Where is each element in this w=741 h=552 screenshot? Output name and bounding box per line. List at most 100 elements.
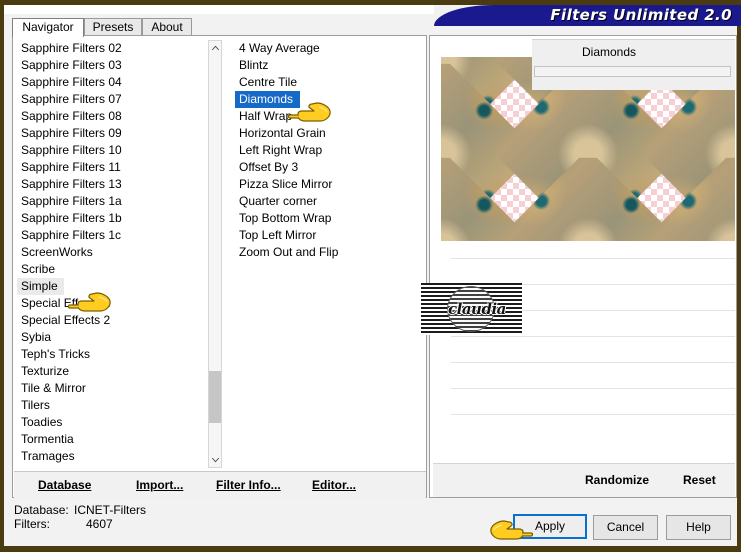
- scroll-up-arrow-icon[interactable]: [209, 41, 221, 55]
- scroll-down-arrow-icon[interactable]: [209, 453, 221, 467]
- filter-group-item[interactable]: Simple: [17, 278, 64, 295]
- filter-effect-row[interactable]: Half Wrap: [235, 108, 407, 125]
- filter-effect-item[interactable]: Diamonds: [235, 91, 301, 108]
- filter-group-row[interactable]: Sapphire Filters 10: [17, 142, 217, 159]
- filter-groups-list[interactable]: Sapphire Filters 02 Sapphire Filters 03 Sa…: [17, 40, 217, 468]
- filter-effect-item[interactable]: Blintz: [235, 57, 407, 74]
- filter-effect-item[interactable]: Horizontal Grain: [235, 125, 407, 142]
- filter-group-item[interactable]: Scribe: [17, 261, 217, 278]
- tab-navigator[interactable]: Navigator: [12, 18, 84, 37]
- filter-group-row[interactable]: Sapphire Filters 04: [17, 74, 217, 91]
- filter-group-row[interactable]: Sybia: [17, 329, 217, 346]
- filter-group-item[interactable]: Sapphire Filters 03: [17, 57, 217, 74]
- filter-group-row[interactable]: Sapphire Filters 1a: [17, 193, 217, 210]
- filter-effect-item[interactable]: Left Right Wrap: [235, 142, 407, 159]
- filter-group-item[interactable]: Sapphire Filters 02: [17, 40, 217, 57]
- filter-effect-row[interactable]: Pizza Slice Mirror: [235, 176, 407, 193]
- filter-effect-item[interactable]: Offset By 3: [235, 159, 407, 176]
- filter-group-row[interactable]: Sapphire Filters 13: [17, 176, 217, 193]
- database-link[interactable]: Database: [38, 478, 91, 492]
- filter-effect-row[interactable]: Top Left Mirror: [235, 227, 407, 244]
- tab-about[interactable]: About: [142, 18, 192, 36]
- cancel-button[interactable]: Cancel: [593, 515, 658, 540]
- filter-group-item[interactable]: Tilers: [17, 397, 217, 414]
- filter-effect-item[interactable]: Half Wrap: [235, 108, 407, 125]
- import-link[interactable]: Import...: [136, 478, 183, 492]
- filter-group-row[interactable]: Tramages: [17, 448, 217, 465]
- parameter-row-divider: [451, 414, 735, 415]
- filter-effect-item[interactable]: Zoom Out and Flip: [235, 244, 407, 261]
- filter-group-row[interactable]: Teph's Tricks: [17, 346, 217, 363]
- randomize-link[interactable]: Randomize: [585, 473, 649, 487]
- filter-group-row[interactable]: Toadies: [17, 414, 217, 431]
- filter-effect-item[interactable]: Top Left Mirror: [235, 227, 407, 244]
- filter-effect-item[interactable]: Quarter corner: [235, 193, 407, 210]
- filter-info-link-label: Filter Info...: [216, 478, 281, 492]
- filter-group-item[interactable]: Sapphire Filters 04: [17, 74, 217, 91]
- status-filters-label: Filters:: [14, 517, 50, 531]
- filter-group-item[interactable]: Toadies: [17, 414, 217, 431]
- filter-group-item[interactable]: Sapphire Filters 13: [17, 176, 217, 193]
- filter-effect-row[interactable]: Left Right Wrap: [235, 142, 407, 159]
- filter-group-item[interactable]: Tramages: [17, 448, 217, 465]
- filter-group-row[interactable]: Texturize: [17, 363, 217, 380]
- filter-group-item[interactable]: Special Effects 1: [17, 295, 217, 312]
- filter-group-item[interactable]: Sapphire Filters 07: [17, 91, 217, 108]
- filter-group-item[interactable]: Sapphire Filters 09: [17, 125, 217, 142]
- filter-group-item[interactable]: Sapphire Filters 1c: [17, 227, 217, 244]
- filter-group-item[interactable]: Sapphire Filters 11: [17, 159, 217, 176]
- filter-group-row[interactable]: Sapphire Filters 11: [17, 159, 217, 176]
- editor-link[interactable]: Editor...: [312, 478, 356, 492]
- filter-groups-scrollbar[interactable]: [208, 40, 222, 468]
- filter-group-row[interactable]: Special Effects 1: [17, 295, 217, 312]
- filter-effect-row[interactable]: Horizontal Grain: [235, 125, 407, 142]
- filter-group-row[interactable]: Scribe: [17, 261, 217, 278]
- filter-effect-row[interactable]: Blintz: [235, 57, 407, 74]
- filter-group-row[interactable]: Sapphire Filters 02: [17, 40, 217, 57]
- filter-effect-row[interactable]: Diamonds: [235, 91, 407, 108]
- help-button[interactable]: Help: [666, 515, 731, 540]
- filter-group-item[interactable]: Sapphire Filters 10: [17, 142, 217, 159]
- filter-group-item[interactable]: Teph's Tricks: [17, 346, 217, 363]
- filter-effect-row[interactable]: 4 Way Average: [235, 40, 407, 57]
- filter-group-item[interactable]: Sapphire Filters 1b: [17, 210, 217, 227]
- filter-group-row[interactable]: Special Effects 2: [17, 312, 217, 329]
- filter-group-row[interactable]: Sapphire Filters 08: [17, 108, 217, 125]
- filter-group-item[interactable]: Special Effects 2: [17, 312, 217, 329]
- filter-group-item[interactable]: Sapphire Filters 08: [17, 108, 217, 125]
- filter-group-row[interactable]: ScreenWorks: [17, 244, 217, 261]
- filter-group-item[interactable]: Texturize: [17, 363, 217, 380]
- filter-group-item[interactable]: Tormentia: [17, 431, 217, 448]
- tab-presets[interactable]: Presets: [84, 18, 142, 36]
- filter-effect-item[interactable]: Centre Tile: [235, 74, 407, 91]
- apply-button[interactable]: Apply: [513, 514, 587, 539]
- filter-effect-row[interactable]: Zoom Out and Flip: [235, 244, 407, 261]
- filter-group-row[interactable]: Tormentia: [17, 431, 217, 448]
- filter-effect-item[interactable]: Pizza Slice Mirror: [235, 176, 407, 193]
- titlebar-left-filler: [4, 5, 434, 14]
- filter-group-item[interactable]: Sybia: [17, 329, 217, 346]
- filter-group-row[interactable]: Sapphire Filters 07: [17, 91, 217, 108]
- filter-group-row[interactable]: Simple: [17, 278, 217, 295]
- filter-group-row[interactable]: Sapphire Filters 1c: [17, 227, 217, 244]
- filter-info-link[interactable]: Filter Info...: [216, 478, 281, 492]
- filter-group-row[interactable]: Tile & Mirror: [17, 380, 217, 397]
- filter-effect-row[interactable]: Offset By 3: [235, 159, 407, 176]
- filter-effect-row[interactable]: Top Bottom Wrap: [235, 210, 407, 227]
- filter-effect-row[interactable]: Quarter corner: [235, 193, 407, 210]
- filter-effect-row[interactable]: Centre Tile: [235, 74, 407, 91]
- filter-group-row[interactable]: Tilers: [17, 397, 217, 414]
- filter-group-item[interactable]: Tile & Mirror: [17, 380, 217, 397]
- filter-group-row[interactable]: Sapphire Filters 1b: [17, 210, 217, 227]
- filter-group-row[interactable]: Sapphire Filters 09: [17, 125, 217, 142]
- parameter-slider-track[interactable]: [534, 66, 731, 77]
- filter-group-item[interactable]: Sapphire Filters 1a: [17, 193, 217, 210]
- reset-link[interactable]: Reset: [683, 473, 716, 487]
- tab-presets-label: Presets: [92, 20, 134, 34]
- filter-effect-item[interactable]: Top Bottom Wrap: [235, 210, 407, 227]
- filter-effects-list[interactable]: 4 Way Average Blintz Centre Tile Diamonds Ha…: [235, 40, 407, 468]
- filter-group-row[interactable]: Sapphire Filters 03: [17, 57, 217, 74]
- filter-group-item[interactable]: ScreenWorks: [17, 244, 217, 261]
- filter-effect-item[interactable]: 4 Way Average: [235, 40, 407, 57]
- scrollbar-thumb[interactable]: [209, 371, 221, 423]
